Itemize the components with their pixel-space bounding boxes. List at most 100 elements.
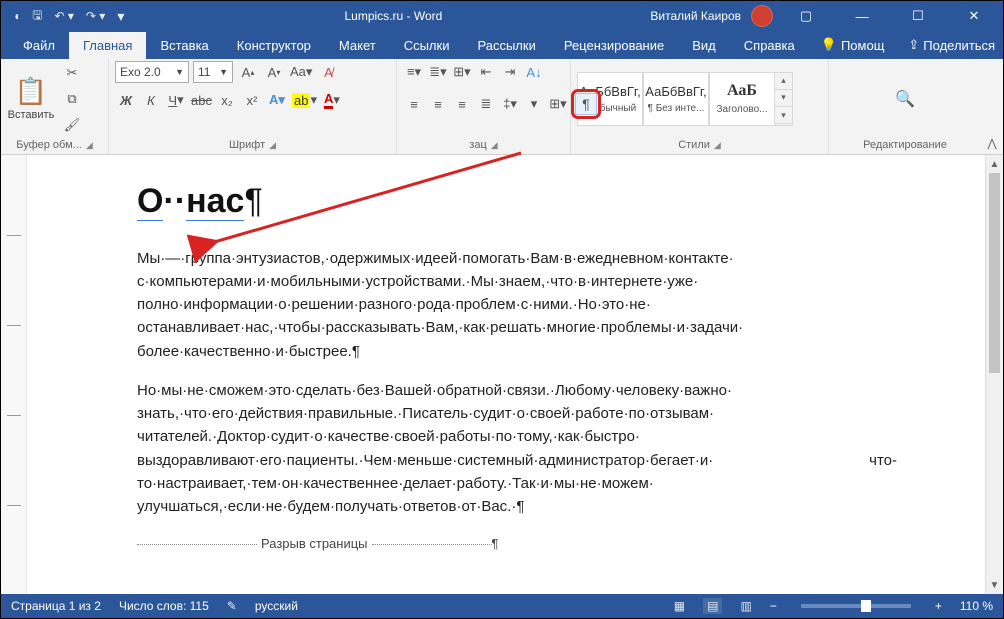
- styles-dialog-launcher-icon[interactable]: ◢: [714, 140, 721, 151]
- tab-insert[interactable]: Вставка: [146, 32, 222, 59]
- document-area: О··нас¶ Мы·—·группа·энтузиастов,·одержим…: [1, 155, 1003, 594]
- show-hide-pilcrow-button[interactable]: ¶: [571, 89, 601, 119]
- multilevel-list-button[interactable]: ⊞▾: [451, 61, 473, 83]
- zoom-slider[interactable]: [801, 604, 911, 608]
- ribbon-tabs: Файл Главная Вставка Конструктор Макет С…: [1, 31, 1003, 59]
- clipboard-dialog-launcher-icon[interactable]: ◢: [86, 140, 93, 151]
- group-editing: 🔍 Редактирование: [829, 59, 981, 154]
- close-icon[interactable]: ✕: [951, 1, 997, 31]
- autosave-toggle-icon[interactable]: ◖: [13, 9, 20, 23]
- vertical-scrollbar[interactable]: ▲ ▼: [985, 155, 1003, 594]
- paragraph-1: Мы·—·группа·энтузиастов,·одержимых·идеей…: [137, 247, 897, 363]
- zoom-out-button[interactable]: −: [770, 599, 777, 613]
- scrollbar-thumb[interactable]: [989, 173, 1000, 373]
- tab-help[interactable]: Справка: [730, 32, 809, 59]
- bold-button[interactable]: Ж: [115, 89, 137, 111]
- share-button[interactable]: ⇪Поделиться: [896, 31, 1004, 59]
- line-spacing-button[interactable]: ‡▾: [499, 93, 521, 115]
- tab-mailings[interactable]: Рассылки: [463, 32, 549, 59]
- page-indicator[interactable]: Страница 1 из 2: [11, 599, 101, 613]
- increase-indent-button[interactable]: ⇥: [499, 61, 521, 83]
- font-size-combo[interactable]: 11▼: [193, 61, 233, 83]
- cut-button[interactable]: ✂: [61, 62, 83, 84]
- superscript-button[interactable]: x²: [241, 89, 263, 111]
- statusbar: Страница 1 из 2 Число слов: 115 ✎ русски…: [1, 594, 1003, 618]
- subscript-button[interactable]: x₂: [216, 89, 238, 111]
- paragraph-dialog-launcher-icon[interactable]: ◢: [491, 140, 498, 151]
- italic-button[interactable]: К: [140, 89, 162, 111]
- clipboard-icon: 📋: [15, 76, 47, 107]
- page-content[interactable]: О··нас¶ Мы·—·группа·энтузиастов,·одержим…: [137, 175, 897, 555]
- editing-button[interactable]: 🔍: [895, 89, 915, 109]
- tab-view[interactable]: Вид: [678, 32, 730, 59]
- zoom-in-button[interactable]: +: [935, 599, 942, 613]
- font-name-combo[interactable]: Exo 2.0▼: [115, 61, 189, 83]
- justify-button[interactable]: ≣: [475, 93, 497, 115]
- language-indicator[interactable]: русский: [255, 599, 298, 613]
- styles-more-button[interactable]: ▴▾▾: [775, 72, 793, 126]
- align-left-button[interactable]: ≡: [403, 93, 425, 115]
- zoom-level[interactable]: 110 %: [960, 599, 993, 613]
- clear-formatting-button[interactable]: A̸: [317, 61, 339, 83]
- borders-button[interactable]: ⊞▾: [547, 93, 569, 115]
- titlebar: ◖ 🖫 ↶ ▾ ↷ ▾ ▾ Lumpics.ru - Word Виталий …: [1, 1, 1003, 31]
- collapse-ribbon-icon[interactable]: ⋀: [987, 137, 996, 150]
- copy-button[interactable]: ⧉: [61, 88, 83, 110]
- tab-design[interactable]: Конструктор: [223, 32, 325, 59]
- underline-button[interactable]: Ч▾: [165, 89, 187, 111]
- align-center-button[interactable]: ≡: [427, 93, 449, 115]
- maximize-icon[interactable]: ☐: [895, 1, 941, 31]
- avatar[interactable]: [751, 5, 773, 27]
- window-title: Lumpics.ru - Word: [136, 9, 650, 23]
- lightbulb-icon: 💡: [821, 37, 837, 53]
- highlight-button[interactable]: ab▾: [291, 89, 318, 111]
- group-editing-label: Редактирование: [863, 139, 947, 151]
- font-dialog-launcher-icon[interactable]: ◢: [269, 140, 276, 151]
- tab-file[interactable]: Файл: [9, 32, 69, 59]
- decrease-font-button[interactable]: A▾: [263, 61, 285, 83]
- read-mode-icon[interactable]: ▦: [674, 599, 685, 613]
- format-painter-button[interactable]: 🖌: [61, 114, 83, 136]
- bullets-button[interactable]: ≡▾: [403, 61, 425, 83]
- group-font-label: Шрифт: [229, 139, 265, 151]
- sort-button[interactable]: A↓: [523, 61, 545, 83]
- web-layout-icon[interactable]: ▥: [740, 599, 751, 613]
- tell-me-button[interactable]: 💡Помощ: [809, 31, 897, 59]
- brush-icon: 🖌: [64, 117, 81, 133]
- chevron-down-icon: ▼: [175, 67, 184, 77]
- paragraph-2: Но·мы·не·сможем·это·сделать·без·Вашей·об…: [137, 379, 897, 519]
- scroll-down-icon[interactable]: ▼: [986, 576, 1003, 594]
- change-case-button[interactable]: Aa▾: [289, 61, 313, 83]
- user-name[interactable]: Виталий Каиров: [650, 9, 741, 23]
- ribbon-display-options-icon[interactable]: ▢: [783, 1, 829, 31]
- strikethrough-button[interactable]: abc: [190, 89, 213, 111]
- shading-button[interactable]: ▾: [523, 93, 545, 115]
- word-count[interactable]: Число слов: 115: [119, 599, 209, 613]
- tab-review[interactable]: Рецензирование: [550, 32, 678, 59]
- font-color-button[interactable]: A▾: [321, 89, 343, 111]
- text-effects-button[interactable]: A▾: [266, 89, 288, 111]
- undo-icon[interactable]: ↶ ▾: [54, 9, 73, 23]
- scroll-up-icon[interactable]: ▲: [986, 155, 1003, 173]
- tab-layout[interactable]: Макет: [325, 32, 390, 59]
- proofing-icon[interactable]: ✎: [227, 599, 237, 613]
- style-no-spacing[interactable]: АаБбВвГг, ¶ Без инте...: [643, 72, 709, 126]
- align-right-button[interactable]: ≡: [451, 93, 473, 115]
- print-layout-icon[interactable]: ▤: [703, 598, 722, 614]
- numbering-button[interactable]: ≣▾: [427, 61, 449, 83]
- paste-button[interactable]: 📋 Вставить: [7, 76, 55, 121]
- save-icon[interactable]: 🖫: [32, 6, 42, 27]
- search-icon: 🔍: [895, 89, 915, 109]
- redo-icon[interactable]: ↷ ▾: [86, 9, 105, 23]
- vertical-ruler[interactable]: [1, 155, 27, 594]
- qat-customize-icon[interactable]: ▾: [117, 8, 124, 25]
- tab-home[interactable]: Главная: [69, 32, 146, 59]
- page-canvas[interactable]: О··нас¶ Мы·—·группа·энтузиастов,·одержим…: [27, 155, 985, 594]
- minimize-icon[interactable]: —: [839, 1, 885, 31]
- styles-gallery[interactable]: АаБбВвГг, ¶ Обычный АаБбВвГг, ¶ Без инте…: [577, 72, 793, 126]
- tab-references[interactable]: Ссылки: [390, 32, 464, 59]
- increase-font-button[interactable]: A▴: [237, 61, 259, 83]
- style-heading[interactable]: АаБ Заголово...: [709, 72, 775, 126]
- scissors-icon: ✂: [67, 65, 78, 81]
- decrease-indent-button[interactable]: ⇤: [475, 61, 497, 83]
